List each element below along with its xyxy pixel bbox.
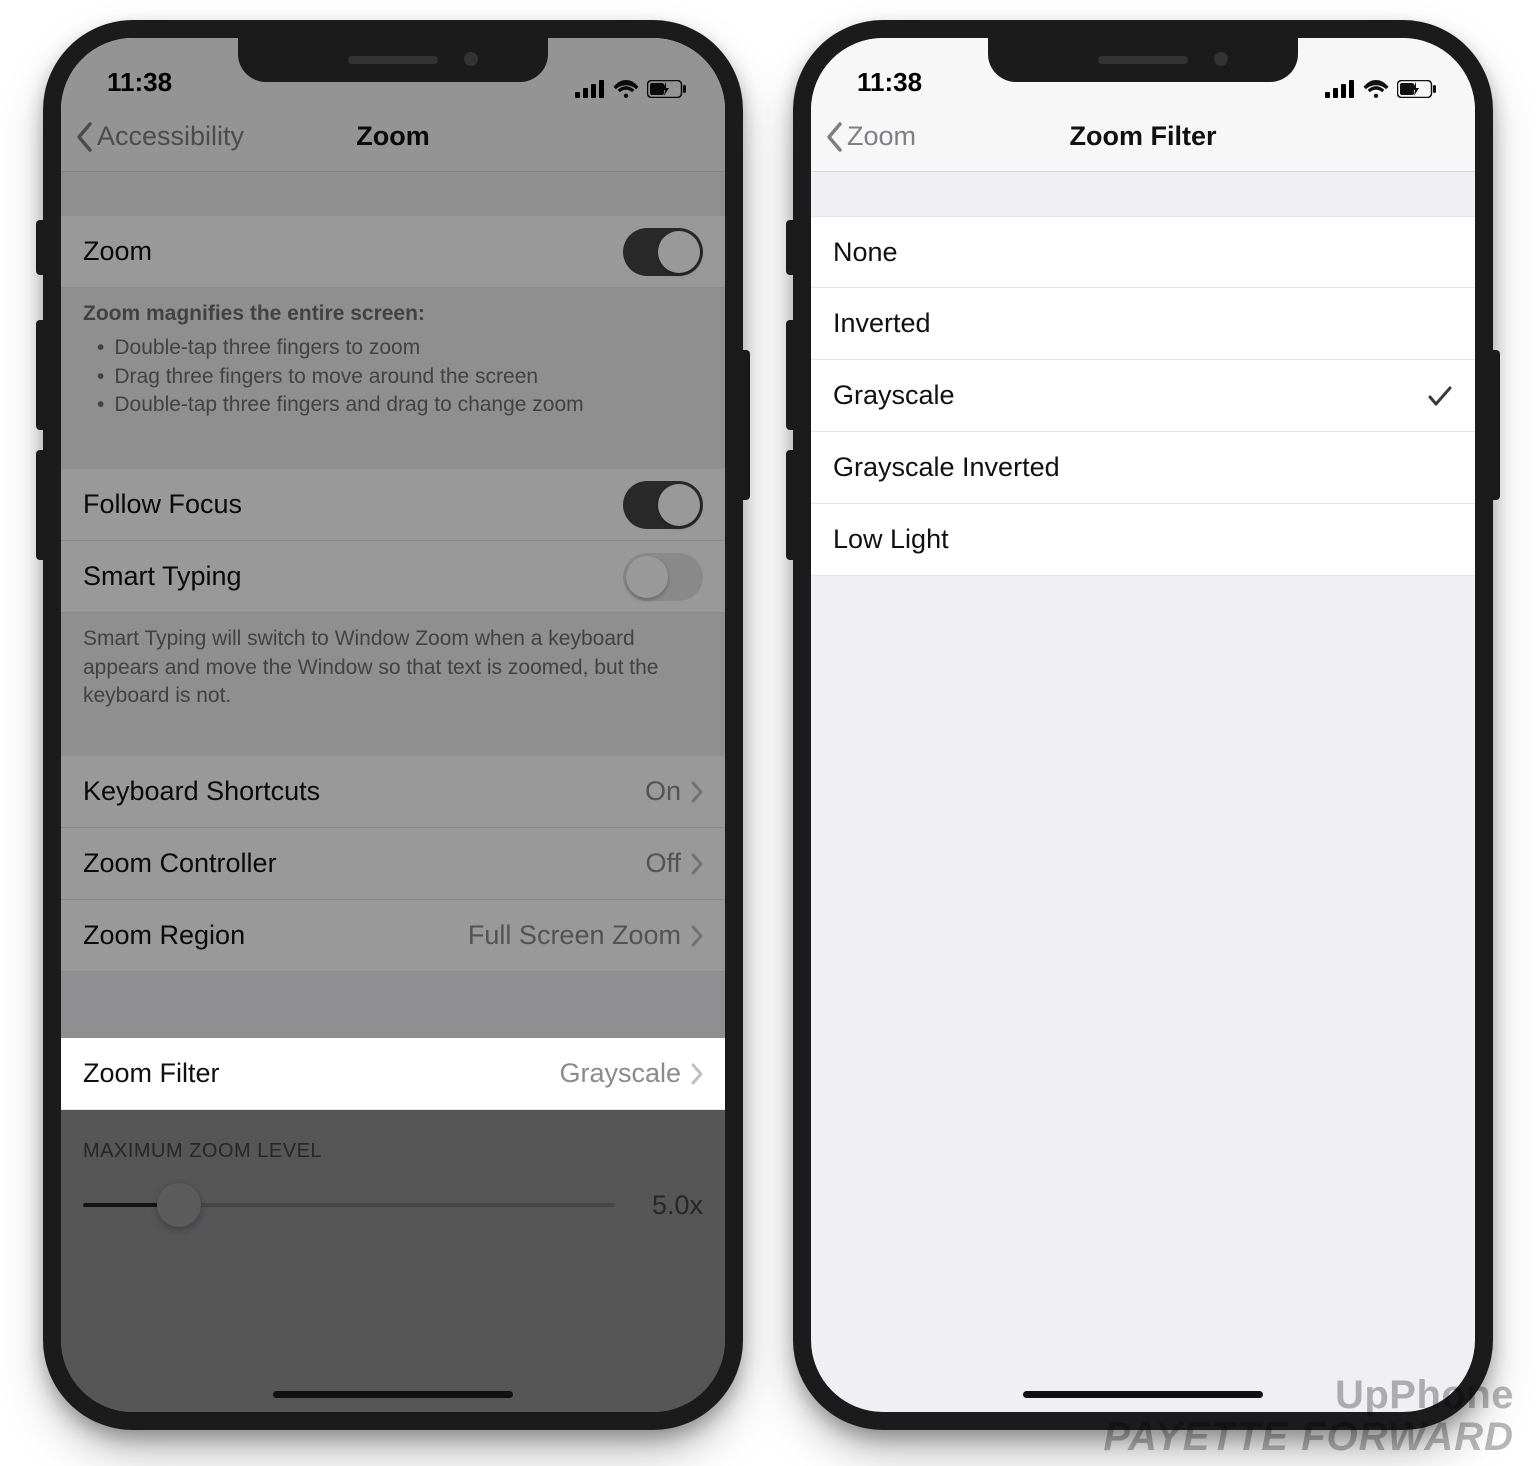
filter-option[interactable]: Grayscale (811, 360, 1475, 432)
smart-typing-note: Smart Typing will switch to Window Zoom … (61, 613, 725, 730)
zoom-toggle-label: Zoom (83, 236, 623, 267)
home-indicator[interactable] (1023, 1391, 1263, 1398)
home-indicator[interactable] (273, 1391, 513, 1398)
back-button[interactable]: Zoom (825, 121, 916, 152)
zoom-controller-row[interactable]: Zoom Controller Off (61, 828, 725, 900)
phone-right: 11:38 Zoom Zoom Filter None Inverted Grays… (793, 20, 1493, 1430)
zoom-toggle-row[interactable]: Zoom (61, 216, 725, 288)
filter-option-label: None (833, 237, 1453, 268)
filter-option-label: Grayscale Inverted (833, 452, 1453, 483)
follow-focus-row[interactable]: Follow Focus (61, 469, 725, 541)
wifi-icon (613, 80, 639, 98)
zoom-filter-row[interactable]: Zoom Filter Grayscale (61, 1038, 725, 1110)
chevron-left-icon (75, 122, 93, 152)
filter-option-label: Inverted (833, 308, 1453, 339)
zoom-region-row[interactable]: Zoom Region Full Screen Zoom (61, 900, 725, 972)
keyboard-shortcuts-row[interactable]: Keyboard Shortcuts On (61, 756, 725, 828)
wifi-icon (1363, 80, 1389, 98)
chevron-right-icon (691, 925, 703, 947)
back-label: Zoom (847, 121, 916, 152)
battery-charging-icon (647, 80, 687, 98)
notch (238, 38, 548, 82)
filter-option[interactable]: Inverted (811, 288, 1475, 360)
filter-option-label: Low Light (833, 524, 1453, 555)
cellular-icon (575, 80, 605, 98)
navbar: Zoom Zoom Filter (811, 102, 1475, 172)
chevron-right-icon (691, 781, 703, 803)
notch (988, 38, 1298, 82)
check-icon (1427, 383, 1453, 409)
max-zoom-value: 5.0x (633, 1190, 703, 1221)
filter-option-label: Grayscale (833, 380, 1427, 411)
max-zoom-slider-row: 5.0x (61, 1173, 725, 1253)
filter-option[interactable]: None (811, 216, 1475, 288)
back-label: Accessibility (97, 121, 244, 152)
chevron-right-icon (691, 853, 703, 875)
smart-typing-row[interactable]: Smart Typing (61, 541, 725, 613)
smart-typing-label: Smart Typing (83, 561, 623, 592)
chevron-left-icon (825, 122, 843, 152)
filter-option[interactable]: Grayscale Inverted (811, 432, 1475, 504)
max-zoom-slider[interactable] (83, 1183, 615, 1227)
status-time: 11:38 (857, 67, 922, 98)
back-button[interactable]: Accessibility (75, 121, 244, 152)
smart-typing-toggle[interactable] (623, 553, 703, 601)
navbar: Accessibility Zoom (61, 102, 725, 172)
battery-charging-icon (1397, 80, 1437, 98)
zoom-help-note: Zoom magnifies the entire screen: Double… (61, 288, 725, 439)
chevron-right-icon (691, 1063, 703, 1085)
status-time: 11:38 (107, 67, 172, 98)
follow-focus-toggle[interactable] (623, 481, 703, 529)
cellular-icon (1325, 80, 1355, 98)
follow-focus-label: Follow Focus (83, 489, 623, 520)
filter-option[interactable]: Low Light (811, 504, 1475, 576)
phone-left: 11:38 Accessibility Zoom (43, 20, 743, 1430)
max-zoom-header: MAXIMUM ZOOM LEVEL (61, 1110, 725, 1173)
zoom-toggle[interactable] (623, 228, 703, 276)
